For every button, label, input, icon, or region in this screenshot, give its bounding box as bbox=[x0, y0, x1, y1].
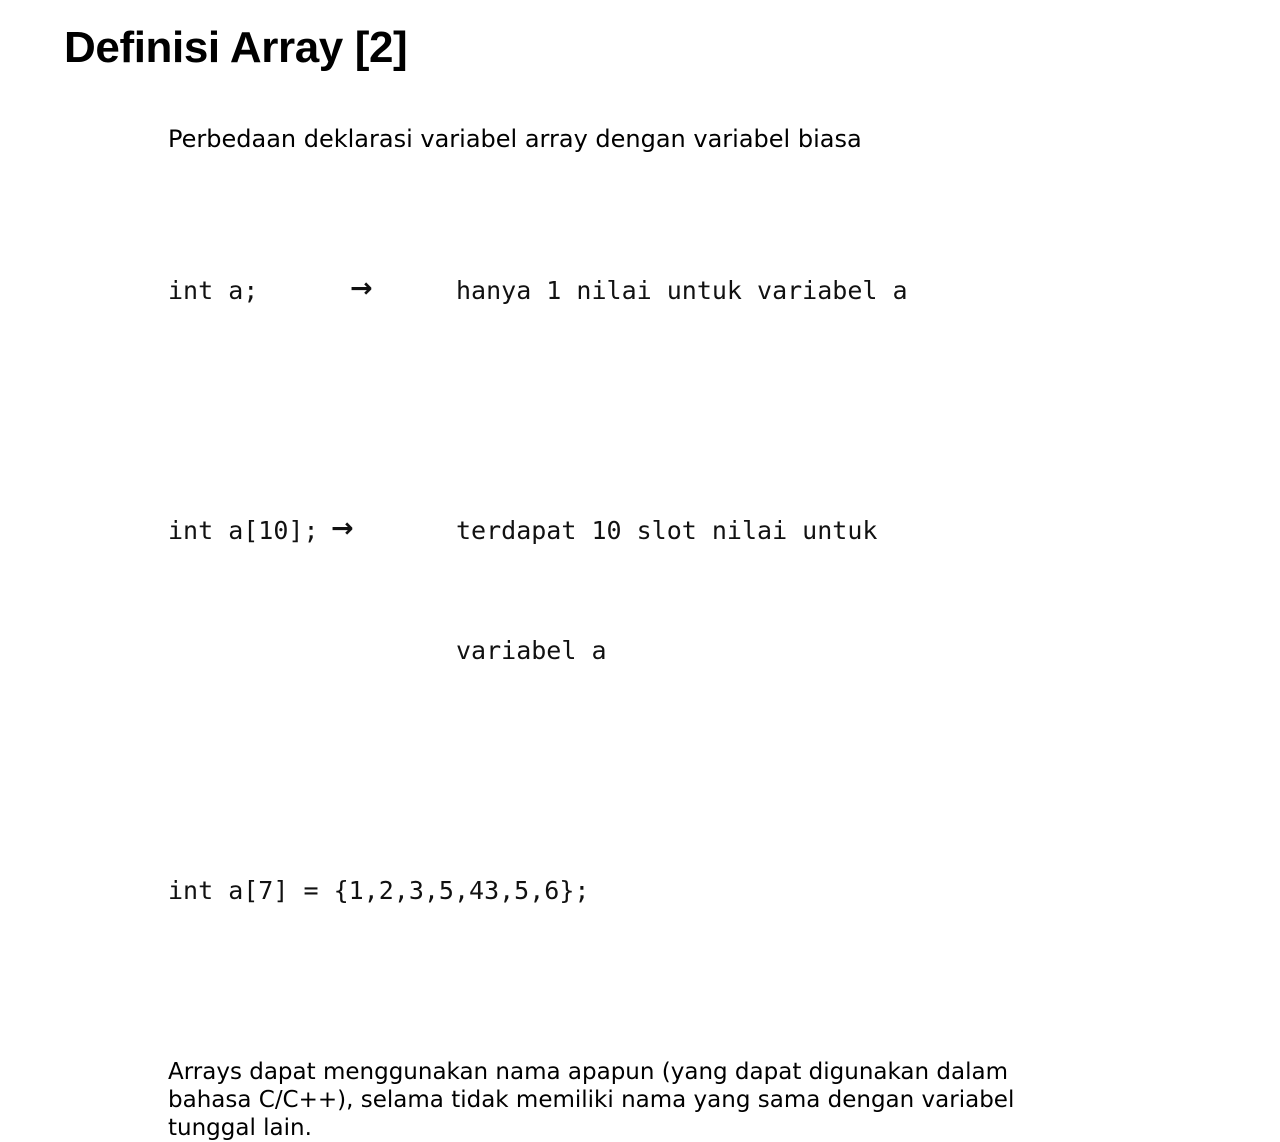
code-declaration-scalar: int a; bbox=[168, 276, 259, 305]
code-initializer: int a[7] = {1,2,3,5,43,5,6}; bbox=[168, 876, 590, 905]
code-description-array: terdapat 10 slot nilai untuk bbox=[456, 516, 878, 545]
closing-paragraph: Arrays dapat menggunakan nama apapun (ya… bbox=[168, 1059, 1015, 1141]
code-block: int a; → hanya 1 nilai untuk variabel a … bbox=[168, 186, 1168, 996]
code-row-scalar: int a; → hanya 1 nilai untuk variabel a bbox=[168, 273, 1168, 306]
spacer-between-code-rows bbox=[168, 396, 1168, 426]
code-declaration-array: int a[10]; bbox=[168, 516, 319, 545]
spacer-before-closing bbox=[168, 996, 1168, 1028]
right-arrow-icon: → bbox=[331, 513, 354, 544]
page-title: Definisi Array [2] bbox=[64, 23, 408, 72]
slide-body: Perbedaan deklarasi variabel array denga… bbox=[168, 124, 1168, 1142]
spacer-after-intro bbox=[168, 154, 1168, 186]
spacer-before-initializer bbox=[168, 756, 1168, 786]
code-description-array-continuation: variabel a bbox=[456, 636, 607, 665]
code-row-array-continuation: variabel a bbox=[168, 636, 1168, 666]
spacer-before-closing-extra bbox=[168, 1028, 1168, 1058]
right-arrow-icon: → bbox=[350, 273, 373, 304]
code-description-scalar: hanya 1 nilai untuk variabel a bbox=[456, 276, 908, 305]
intro-text: Perbedaan deklarasi variabel array denga… bbox=[168, 125, 862, 153]
code-row-array: int a[10]; → terdapat 10 slot nilai untu… bbox=[168, 513, 1168, 546]
slide-canvas: Definisi Array [2] Perbedaan deklarasi v… bbox=[0, 0, 1280, 1141]
